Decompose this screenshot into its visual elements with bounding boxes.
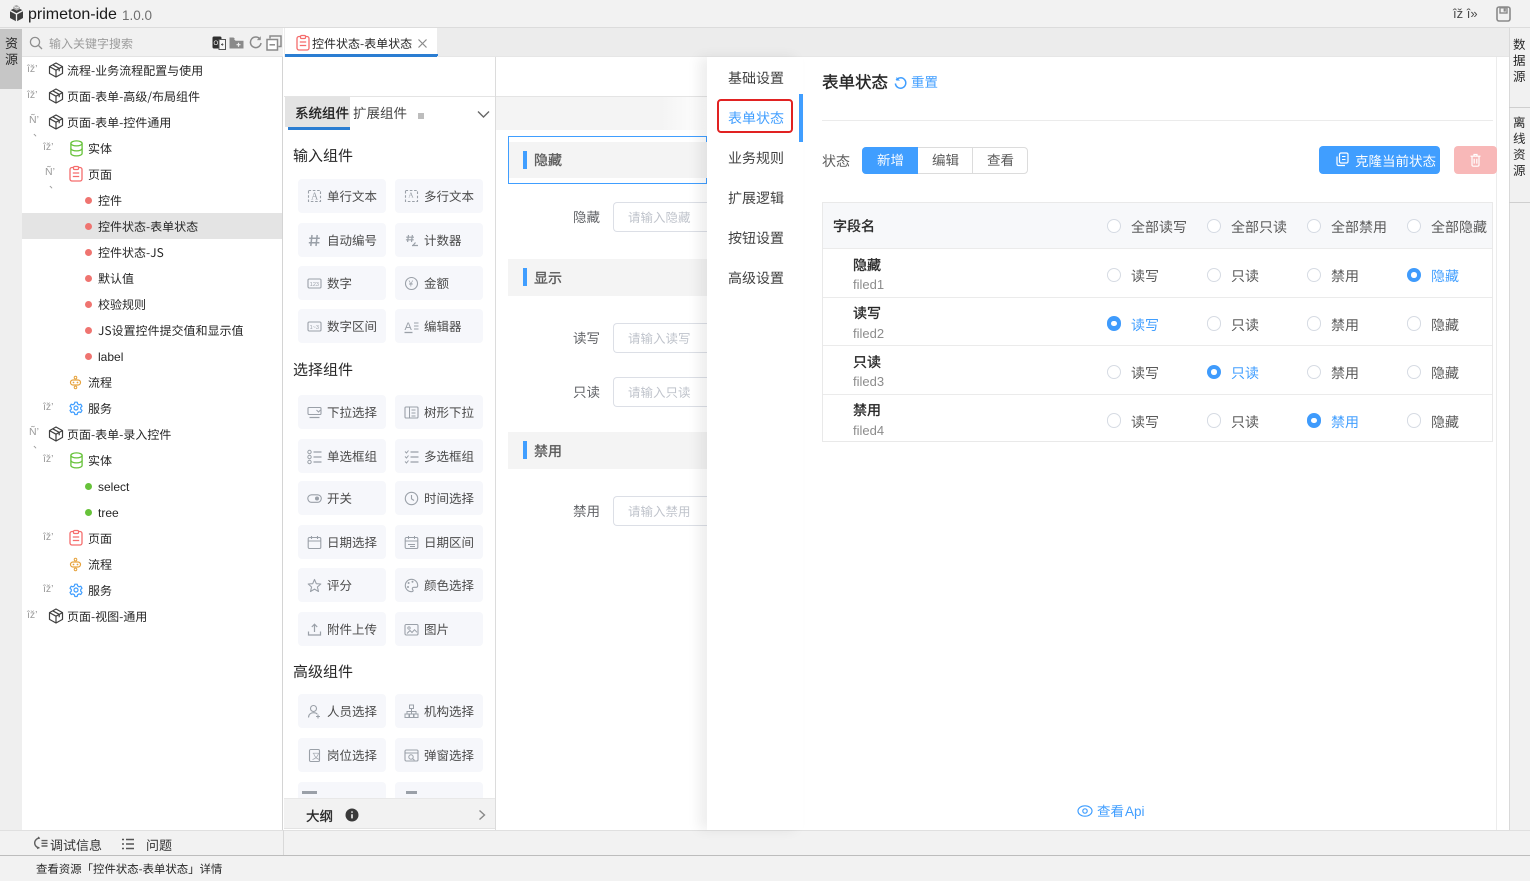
svg-text:A: A bbox=[405, 321, 413, 333]
svg-text:A: A bbox=[408, 191, 414, 200]
svg-text:¥: ¥ bbox=[408, 279, 414, 288]
svg-text:又: 又 bbox=[312, 752, 320, 761]
svg-text:A: A bbox=[311, 192, 319, 203]
svg-text:123: 123 bbox=[310, 282, 319, 288]
svg-text:1~3: 1~3 bbox=[310, 325, 319, 331]
